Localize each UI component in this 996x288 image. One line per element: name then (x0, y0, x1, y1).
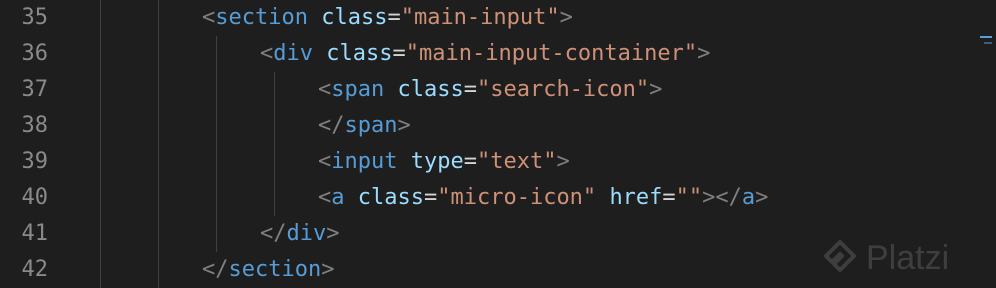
code-token: "main-input-container" (405, 41, 698, 66)
code-token: = (662, 185, 676, 210)
code-token: href (609, 185, 663, 210)
code-token: = (423, 185, 438, 210)
indent-guide (100, 0, 101, 288)
code-token: > (326, 221, 340, 246)
code-token: </ (318, 113, 345, 138)
indent-guide (158, 0, 159, 288)
code-token: class (321, 5, 388, 30)
code-token: input (331, 149, 398, 174)
code-token: = (463, 77, 477, 102)
code-token: "search-icon" (476, 77, 650, 102)
code-token: section (228, 257, 322, 282)
code-token: "text" (476, 149, 557, 174)
code-token: section (215, 5, 308, 30)
code-token: div (286, 221, 327, 246)
code-token: < (318, 149, 332, 174)
code-token: = (392, 41, 406, 66)
code-token: > (649, 77, 663, 102)
code-token: div (273, 41, 313, 66)
code-token: a (741, 185, 756, 210)
code-token: </ (260, 221, 287, 246)
code-token: < (202, 5, 216, 30)
indent-guide (274, 72, 275, 216)
code-token: > (556, 149, 570, 174)
code-line[interactable]: <span class="search-icon"> (318, 72, 662, 108)
code-token: > (697, 41, 711, 66)
minimap-mark (984, 42, 992, 44)
code-token: </ (202, 257, 229, 282)
code-token: class (357, 185, 424, 210)
code-line[interactable]: </section> (202, 252, 334, 288)
code-line[interactable]: </span> (318, 108, 411, 144)
code-token: < (318, 77, 332, 102)
code-line[interactable]: </div> (260, 216, 340, 252)
code-token: > (321, 257, 335, 282)
code-token: > (755, 185, 769, 210)
code-token: > (397, 113, 411, 138)
code-token: type (410, 149, 464, 174)
minimap-mark (980, 36, 992, 38)
code-token: span (331, 77, 385, 102)
code-token: class (326, 41, 393, 66)
code-token: a (331, 185, 345, 210)
code-token: < (318, 185, 332, 210)
code-line[interactable]: <section class="main-input"> (202, 0, 573, 36)
code-token: = (463, 149, 477, 174)
code-token: "micro-icon" (437, 185, 597, 210)
platzi-logo-icon (824, 240, 856, 272)
code-line[interactable]: <a class="micro-icon" href=""></a> (318, 180, 768, 216)
code-token: class (397, 77, 464, 102)
code-line[interactable]: <div class="main-input-container"> (260, 36, 710, 72)
code-token: > (559, 5, 573, 30)
code-token: "" (675, 185, 703, 210)
code-editor[interactable]: 35 36 37 38 39 40 41 42 <section class="main-in… (0, 0, 996, 288)
indent-guide (216, 36, 217, 252)
platzi-watermark: Platzi (820, 234, 990, 282)
code-token: = (387, 5, 401, 30)
watermark-text: Platzi (866, 239, 950, 277)
code-token: "main-input" (400, 5, 560, 30)
code-token: ></ (702, 185, 742, 210)
code-line[interactable]: <input type="text"> (318, 144, 570, 180)
code-token: span (344, 113, 398, 138)
code-token: < (260, 41, 274, 66)
